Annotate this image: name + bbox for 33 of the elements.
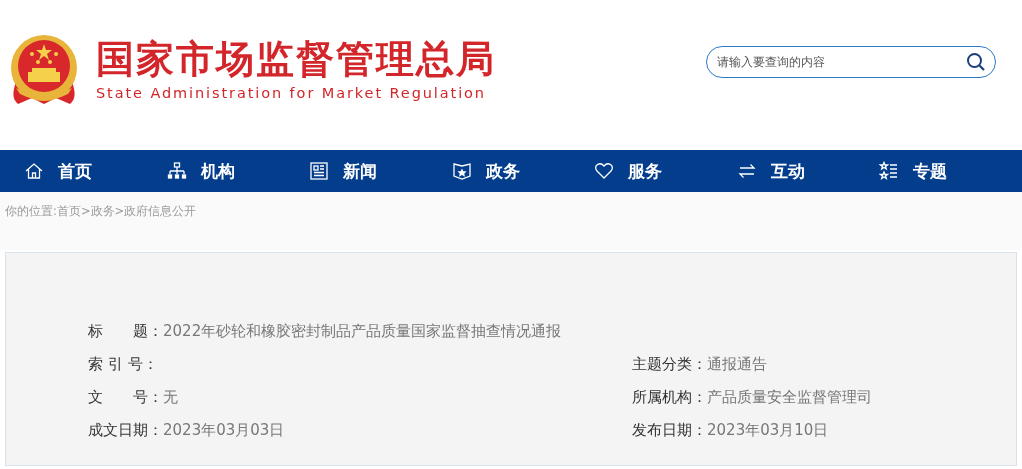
- field-value: 产品质量安全监督管理司: [707, 388, 872, 407]
- field-label: 索 引 号：: [88, 355, 158, 374]
- site-subtitle: State Administration for Market Regulation: [96, 85, 487, 101]
- nav-link[interactable]: 专题: [913, 159, 948, 183]
- nav-link[interactable]: 互动: [770, 159, 805, 183]
- star-list-icon[interactable]: [879, 161, 900, 181]
- field-label: 标 题：: [88, 322, 163, 341]
- breadcrumb-label: 你的位置:: [5, 204, 57, 219]
- field-value: 无: [163, 388, 178, 407]
- field-label: 所属机构：: [632, 388, 707, 407]
- home-icon[interactable]: [24, 161, 44, 181]
- search-field[interactable]: 请输入要查询的内容: [706, 46, 996, 78]
- nav-link[interactable]: 服务: [628, 159, 663, 183]
- nav-link[interactable]: 新闻: [343, 159, 378, 183]
- breadcrumb-separator: >: [80, 204, 91, 218]
- field-label: 成文日期：: [88, 421, 163, 440]
- field-value: 2022年砂轮和橡胶密封制品产品质量国家监督抽查情况通报: [163, 322, 562, 341]
- nav-link[interactable]: 首页: [58, 159, 92, 183]
- nav-link[interactable]: 政务: [485, 159, 520, 183]
- heart-icon[interactable]: [594, 161, 615, 181]
- site-title: 国家市场监督管理总局: [96, 36, 496, 83]
- hierarchy-icon[interactable]: [166, 161, 187, 181]
- breadcrumb-separator: >: [114, 204, 125, 218]
- field-value: 2023年03月10日: [707, 421, 829, 440]
- field-label: 主题分类：: [632, 355, 707, 374]
- newspaper-icon[interactable]: [309, 161, 330, 181]
- field-label: 发布日期：: [632, 421, 707, 440]
- search-icon[interactable]: [966, 52, 986, 72]
- field-value: 2023年03月03日: [163, 421, 285, 440]
- field-value: 通报通告: [707, 355, 767, 374]
- field-label: 文 号：: [88, 388, 163, 407]
- shield-icon[interactable]: [451, 161, 472, 181]
- nav-link[interactable]: 机构: [200, 159, 235, 183]
